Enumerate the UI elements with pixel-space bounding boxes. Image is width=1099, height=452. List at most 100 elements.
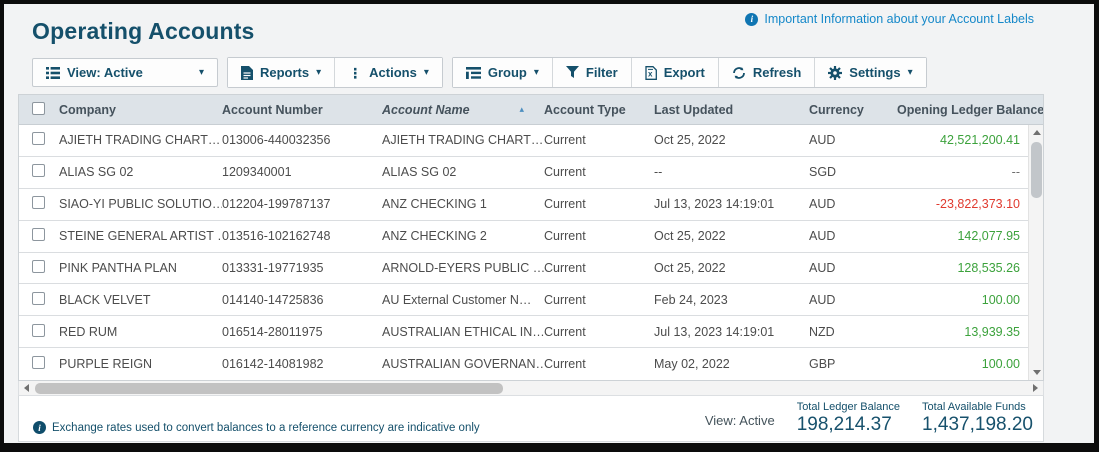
row-checkbox[interactable]: [32, 260, 45, 273]
column-header-opening-ledger-balance[interactable]: Opening Ledger Balance: [897, 103, 1043, 117]
company-cell: SIAO-YI PUBLIC SOLUTIO…: [59, 197, 222, 212]
row-select-cell: [19, 356, 59, 372]
sort-ascending-icon: ▴: [519, 104, 524, 114]
view-dropdown[interactable]: View: Active ▾: [32, 58, 218, 87]
account-type-cell: Current: [544, 292, 586, 307]
account-type-cell: Current: [544, 133, 586, 148]
opening-ledger-balance-cell: -23,822,373.10: [935, 197, 1020, 212]
chevron-down-icon: ▾: [533, 67, 539, 78]
row-checkbox[interactable]: [32, 356, 45, 370]
company-cell: ALIAS SG 02: [59, 165, 134, 180]
currency-cell: AUD: [809, 292, 836, 307]
total-available-funds-label: Total Available Funds: [922, 401, 1026, 414]
triangle-right-icon: [1033, 384, 1038, 393]
row-checkbox[interactable]: [32, 291, 45, 305]
account-labels-link[interactable]: i Important Information about your Accou…: [745, 12, 1034, 26]
company-cell: PURPLE REIGN: [59, 357, 153, 372]
scroll-right-button[interactable]: [1028, 381, 1043, 396]
currency-cell: AUD: [809, 261, 836, 275]
currency-cell: AUD: [809, 229, 836, 244]
chevron-down-icon: ▾: [198, 67, 204, 78]
filter-button-label: Filter: [585, 65, 618, 80]
last-updated-cell: Oct 25, 2022: [654, 133, 726, 148]
filter-button[interactable]: Filter: [552, 58, 632, 87]
reports-button-label: Reports: [260, 65, 310, 80]
table-row[interactable]: PINK PANTHA PLAN 013331-19771935 ARNOLD-…: [19, 252, 1028, 285]
last-updated-cell: Jul 13, 2023 14:19:01: [654, 324, 775, 339]
refresh-button-label: Refresh: [752, 65, 802, 80]
total-ledger-balance-label: Total Ledger Balance: [796, 401, 901, 414]
company-cell: STEINE GENERAL ARTIST …: [59, 229, 222, 244]
row-checkbox[interactable]: [32, 323, 45, 337]
info-icon: i: [745, 12, 759, 26]
settings-button[interactable]: Settings ▾: [815, 58, 926, 87]
column-header-company[interactable]: Company: [59, 103, 222, 117]
account-type-cell: Current: [544, 357, 586, 372]
last-updated-cell: --: [654, 165, 663, 180]
row-select-cell: [19, 132, 59, 148]
actions-button[interactable]: ⋮ Actions ▾: [335, 58, 442, 87]
company-cell: AJIETH TRADING CHART…: [59, 133, 221, 148]
select-all-cell: [19, 101, 59, 118]
currency-cell: AUD: [809, 133, 836, 148]
account-type-cell: Current: [544, 229, 586, 244]
row-select-cell: [19, 228, 59, 244]
column-header-currency[interactable]: Currency: [809, 103, 897, 117]
column-header-account-number[interactable]: Account Number: [222, 103, 382, 117]
column-header-account-type[interactable]: Account Type: [544, 103, 654, 117]
opening-ledger-balance-cell: 100.00: [981, 292, 1020, 307]
account-name-cell: AU External Customer N…: [382, 292, 532, 307]
row-checkbox[interactable]: [32, 132, 45, 146]
total-available-funds-value: 1,437,198.20: [922, 414, 1033, 436]
excel-export-icon: x: [645, 65, 657, 80]
horizontal-scrollbar-thumb[interactable]: [35, 382, 503, 394]
info-icon: i: [33, 421, 46, 435]
account-labels-link-label: Important Information about your Account…: [764, 12, 1034, 26]
table-row[interactable]: RED RUM 016514-28011975 AUSTRALIAN ETHIC…: [19, 316, 1028, 349]
export-button[interactable]: x Export: [631, 58, 719, 87]
column-header-last-updated[interactable]: Last Updated: [654, 103, 809, 117]
horizontal-scrollbar[interactable]: [18, 381, 1044, 397]
column-header-account-name[interactable]: Account Name ▴: [382, 103, 544, 117]
group-button-label: Group: [487, 65, 527, 80]
gear-icon: [828, 65, 843, 80]
scroll-up-button[interactable]: [1029, 125, 1044, 140]
account-name-cell: ALIAS SG 02: [382, 165, 457, 180]
currency-cell: AUD: [809, 197, 836, 212]
account-name-cell: ARNOLD-EYERS PUBLIC …: [382, 261, 544, 275]
account-type-cell: Current: [544, 165, 586, 180]
triangle-down-icon: [1032, 370, 1041, 376]
scroll-down-button[interactable]: [1029, 365, 1044, 380]
reports-actions-group: Reports ▾ ⋮ Actions ▾: [227, 57, 443, 88]
table-row[interactable]: AJIETH TRADING CHART… 013006-440032356 A…: [19, 125, 1028, 157]
table-row[interactable]: STEINE GENERAL ARTIST … 013516-102162748…: [19, 220, 1028, 253]
row-checkbox[interactable]: [32, 228, 45, 242]
column-header-account-name-label: Account Name: [382, 102, 470, 117]
opening-ledger-balance-cell: --: [1011, 165, 1020, 180]
row-select-cell: [19, 196, 59, 212]
opening-ledger-balance-cell: 142,077.95: [957, 229, 1020, 244]
select-all-checkbox[interactable]: [32, 101, 45, 115]
last-updated-cell: Feb 24, 2023: [654, 292, 728, 307]
exchange-rates-note-label: Exchange rates used to convert balances …: [52, 421, 480, 434]
table-row[interactable]: SIAO-YI PUBLIC SOLUTIO… 012204-199787137…: [19, 188, 1028, 221]
chevron-down-icon: ▾: [423, 67, 429, 78]
row-checkbox[interactable]: [32, 196, 45, 210]
account-type-cell: Current: [544, 197, 586, 212]
footer-view-label: View: Active: [704, 413, 775, 429]
group-rows-icon: [465, 66, 481, 79]
table-row[interactable]: PURPLE REIGN 016142-14081982 AUSTRALIAN …: [19, 348, 1028, 381]
toolbar: View: Active ▾ Reports ▾ ⋮ Actions ▾ Gro…: [32, 57, 1054, 88]
group-button[interactable]: Group ▾: [452, 58, 553, 87]
row-select-cell: [19, 260, 59, 276]
scroll-left-button[interactable]: [19, 381, 34, 396]
triangle-left-icon: [24, 384, 29, 393]
table-row[interactable]: ALIAS SG 02 1209340001 ALIAS SG 02 Curre…: [19, 156, 1028, 189]
vertical-scrollbar[interactable]: [1028, 125, 1044, 381]
reports-button[interactable]: Reports ▾: [228, 58, 336, 87]
table-row[interactable]: BLACK VELVET 014140-14725836 AU External…: [19, 284, 1028, 317]
refresh-button[interactable]: Refresh: [718, 58, 816, 87]
vertical-scrollbar-thumb[interactable]: [1031, 142, 1042, 198]
row-checkbox[interactable]: [32, 164, 45, 178]
svg-text:x: x: [648, 69, 653, 78]
